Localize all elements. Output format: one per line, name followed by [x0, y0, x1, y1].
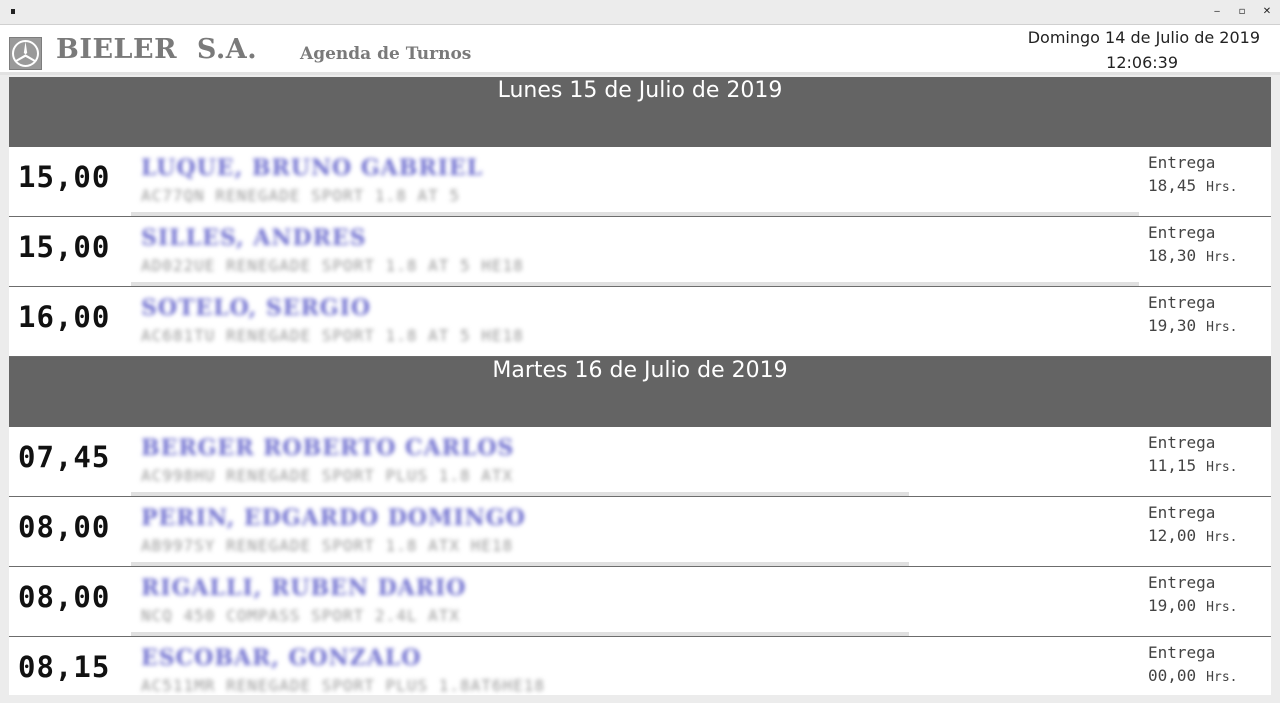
appointment-row[interactable]: 16,00 SOTELO, SERGIO AC681TU RENEGADE SPOR… — [9, 287, 1271, 357]
delivery-time-value: 19,00 — [1148, 596, 1197, 615]
current-time: 12:06:39 — [1106, 53, 1178, 72]
agenda-list[interactable]: Lunes 15 de Julio de 2019 15,00 LUQUE, BRU… — [9, 77, 1271, 695]
delivery-time-unit: Hrs. — [1206, 320, 1238, 335]
current-date: Domingo 14 de Julio de 2019 — [1027, 28, 1260, 47]
delivery-time: 18,30 Hrs. — [1148, 246, 1237, 265]
day-title: Martes 16 de Julio de 2019 — [492, 358, 788, 383]
company-name: BIELER S.A. — [56, 34, 258, 65]
minimize-button[interactable]: ‒ — [1209, 3, 1225, 21]
appointment-time: 08,00 — [18, 580, 111, 614]
day-header: Martes 16 de Julio de 2019 — [9, 357, 1271, 427]
delivery-time: 18,45 Hrs. — [1148, 176, 1237, 195]
window-menu-icon[interactable] — [11, 9, 15, 14]
delivery-time-unit: Hrs. — [1206, 180, 1238, 195]
appointment-row[interactable]: 08,00 PERIN, EDGARDO DOMINGO AB997SY RENEG… — [9, 497, 1271, 567]
delivery-time-value: 19,30 — [1148, 316, 1197, 335]
delivery-time-unit: Hrs. — [1206, 600, 1238, 615]
delivery-label: Entrega — [1148, 573, 1216, 592]
vehicle-description: AC77QN RENEGADE SPORT 1.8 AT 5 — [141, 186, 460, 205]
delivery-time-value: 12,00 — [1148, 526, 1197, 545]
vehicle-description: AC511MR RENEGADE SPORT PLUS 1.8AT6HE18 — [141, 676, 546, 695]
delivery-label: Entrega — [1148, 503, 1216, 522]
row-separator-strip — [131, 562, 909, 566]
delivery-time: 19,00 Hrs. — [1148, 596, 1237, 615]
vehicle-description: AD022UE RENEGADE SPORT 1.8 AT 5 HE18 — [141, 256, 524, 275]
window-bottom-border — [0, 695, 1280, 703]
delivery-time: 00,00 Hrs. — [1148, 666, 1237, 685]
delivery-time-unit: Hrs. — [1206, 530, 1238, 545]
delivery-time-value: 18,45 — [1148, 176, 1197, 195]
vehicle-description: AB997SY RENEGADE SPORT 1.8 ATX HE18 — [141, 536, 514, 555]
client-name: BERGER ROBERTO CARLOS — [141, 435, 515, 461]
header-divider — [0, 72, 1280, 75]
delivery-time: 11,15 Hrs. — [1148, 456, 1237, 475]
delivery-time-value: 11,15 — [1148, 456, 1197, 475]
appointment-time: 08,15 — [18, 650, 111, 684]
day-header: Lunes 15 de Julio de 2019 — [9, 77, 1271, 147]
row-separator-strip — [131, 282, 1139, 286]
row-separator-strip — [131, 632, 909, 636]
delivery-time-value: 00,00 — [1148, 666, 1197, 685]
delivery-label: Entrega — [1148, 643, 1216, 662]
delivery-time-unit: Hrs. — [1206, 460, 1238, 475]
app-header: BIELER S.A. Agenda de Turnos Domingo 14 … — [0, 24, 1280, 74]
delivery-label: Entrega — [1148, 293, 1216, 312]
app-subtitle: Agenda de Turnos — [300, 44, 472, 64]
appointment-time: 15,00 — [18, 160, 111, 194]
delivery-time-unit: Hrs. — [1206, 670, 1238, 685]
appointment-time: 08,00 — [18, 510, 111, 544]
mercedes-star-logo-icon — [9, 37, 42, 70]
delivery-label: Entrega — [1148, 223, 1216, 242]
appointment-row[interactable]: 15,00 LUQUE, BRUNO GABRIEL AC77QN RENEGADE… — [9, 147, 1271, 217]
client-name: RIGALLI, RUBEN DARIO — [141, 575, 467, 601]
vehicle-description: AC998HU RENEGADE SPORT PLUS 1.8 ATX — [141, 466, 514, 485]
appointment-time: 07,45 — [18, 440, 111, 474]
vehicle-description: NCQ 450 COMPASS SPORT 2.4L ATX — [141, 606, 460, 625]
row-separator-strip — [131, 212, 1139, 216]
appointment-time: 15,00 — [18, 230, 111, 264]
appointment-row[interactable]: 08,15 ESCOBAR, GONZALO AC511MR RENEGADE SP… — [9, 637, 1271, 695]
delivery-label: Entrega — [1148, 153, 1216, 172]
client-name: ESCOBAR, GONZALO — [141, 645, 422, 671]
delivery-time: 12,00 Hrs. — [1148, 526, 1237, 545]
client-name: SILLES, ANDRES — [141, 225, 367, 251]
maximize-button[interactable]: ▫ — [1234, 3, 1250, 21]
delivery-time: 19,30 Hrs. — [1148, 316, 1237, 335]
appointment-row[interactable]: 07,45 BERGER ROBERTO CARLOS AC998HU RENEGA… — [9, 427, 1271, 497]
delivery-time-value: 18,30 — [1148, 246, 1197, 265]
vehicle-description: AC681TU RENEGADE SPORT 1.8 AT 5 HE18 — [141, 326, 524, 345]
client-name: SOTELO, SERGIO — [141, 295, 372, 321]
close-button[interactable]: ✕ — [1259, 3, 1275, 21]
delivery-label: Entrega — [1148, 433, 1216, 452]
delivery-time-unit: Hrs. — [1206, 250, 1238, 265]
window-title-bar: ‒ ▫ ✕ — [0, 0, 1280, 24]
client-name: LUQUE, BRUNO GABRIEL — [141, 155, 484, 181]
appointment-time: 16,00 — [18, 300, 111, 334]
day-title: Lunes 15 de Julio de 2019 — [497, 78, 783, 103]
client-name: PERIN, EDGARDO DOMINGO — [141, 505, 526, 531]
appointment-row[interactable]: 08,00 RIGALLI, RUBEN DARIO NCQ 450 COMPASS… — [9, 567, 1271, 637]
row-separator-strip — [131, 492, 909, 496]
appointment-row[interactable]: 15,00 SILLES, ANDRES AD022UE RENEGADE SPOR… — [9, 217, 1271, 287]
